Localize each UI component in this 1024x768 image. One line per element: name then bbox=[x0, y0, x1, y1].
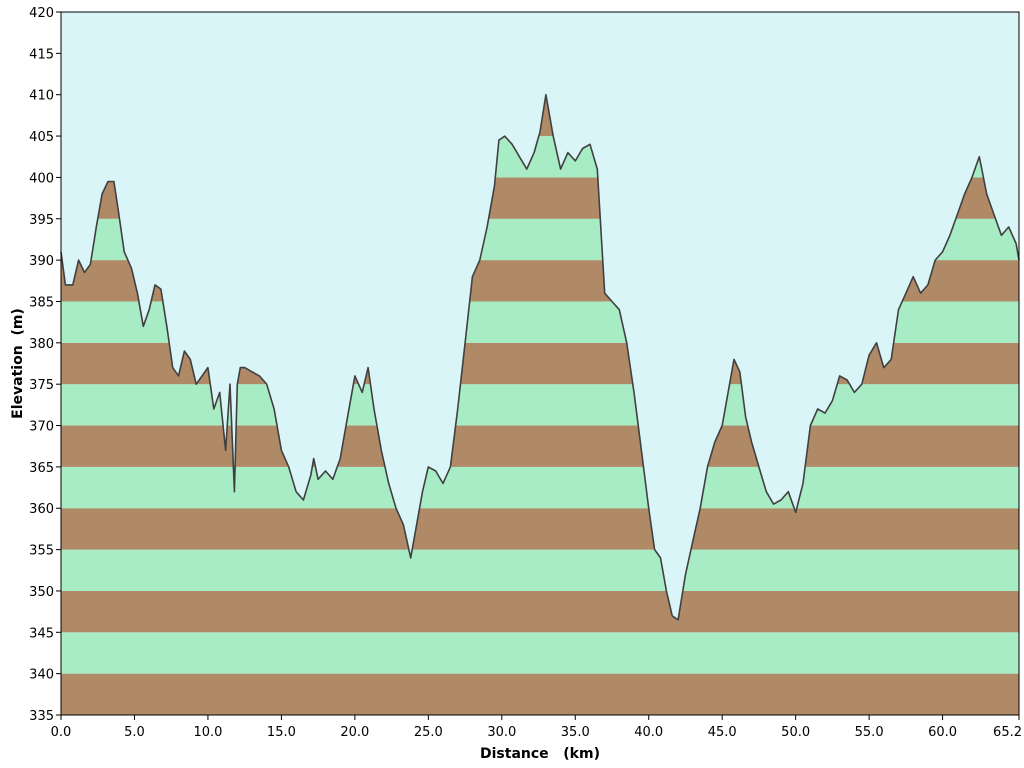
x-tick-label: 50.0 bbox=[781, 725, 810, 740]
x-tick-label: 30.0 bbox=[487, 725, 516, 740]
x-axis: 0.0 5.0 10.0 15.0 20.0 25.0 30.0 35.0 40.0 45.0 50… bbox=[51, 715, 1022, 740]
y-tick-label: 355 bbox=[29, 544, 54, 559]
elevation-band bbox=[61, 508, 1019, 550]
x-tick-label: 20.0 bbox=[340, 725, 369, 740]
y-tick-label: 400 bbox=[29, 171, 54, 186]
y-tick-label: 405 bbox=[29, 130, 54, 145]
y-tick-label: 385 bbox=[29, 295, 54, 310]
x-tick-label: 55.0 bbox=[855, 725, 884, 740]
x-tick-label: 40.0 bbox=[634, 725, 663, 740]
y-tick-label: 360 bbox=[29, 502, 54, 517]
y-tick-label: 335 bbox=[29, 709, 54, 724]
y-tick-label: 415 bbox=[29, 47, 54, 62]
elevation-band bbox=[61, 384, 1019, 426]
x-tick-label: 45.0 bbox=[708, 725, 737, 740]
x-tick-label: 10.0 bbox=[193, 725, 222, 740]
y-tick-label: 420 bbox=[29, 6, 54, 21]
y-tick-label: 375 bbox=[29, 378, 54, 393]
elevation-band bbox=[61, 590, 1019, 633]
y-tick-label: 395 bbox=[29, 213, 54, 228]
y-tick-label: 380 bbox=[29, 337, 54, 352]
y-tick-label: 370 bbox=[29, 420, 54, 435]
x-tick-label: 35.0 bbox=[561, 725, 590, 740]
y-tick-label: 350 bbox=[29, 585, 54, 600]
elevation-band bbox=[61, 425, 1019, 467]
y-tick-label: 365 bbox=[29, 461, 54, 476]
elevation-band bbox=[61, 673, 1019, 715]
y-axis: 335 340 345 350 355 360 365 370 375 380 385 390 395 4… bbox=[29, 6, 61, 724]
elevation-profile-chart: 0.0 5.0 10.0 15.0 20.0 25.0 30.0 35.0 40.0 45.0 50… bbox=[0, 0, 1024, 768]
y-tick-label: 345 bbox=[29, 626, 54, 641]
y-tick-label: 340 bbox=[29, 668, 54, 683]
elevation-chart-svg: 0.0 5.0 10.0 15.0 20.0 25.0 30.0 35.0 40.0 45.0 50… bbox=[10, 6, 1022, 762]
x-tick-label: 0.0 bbox=[51, 725, 72, 740]
elevation-band bbox=[61, 632, 1019, 674]
x-axis-title: Distance (km) bbox=[480, 746, 600, 762]
y-tick-label: 410 bbox=[29, 89, 54, 104]
y-axis-title: Elevation (m) bbox=[10, 308, 26, 419]
x-tick-label: 15.0 bbox=[267, 725, 296, 740]
elevation-band bbox=[61, 466, 1019, 509]
x-tick-label: 65.2 bbox=[993, 725, 1022, 740]
x-tick-label: 60.0 bbox=[928, 725, 957, 740]
y-tick-label: 390 bbox=[29, 254, 54, 269]
x-tick-label: 5.0 bbox=[124, 725, 145, 740]
elevation-band bbox=[61, 549, 1019, 591]
x-tick-label: 25.0 bbox=[414, 725, 443, 740]
